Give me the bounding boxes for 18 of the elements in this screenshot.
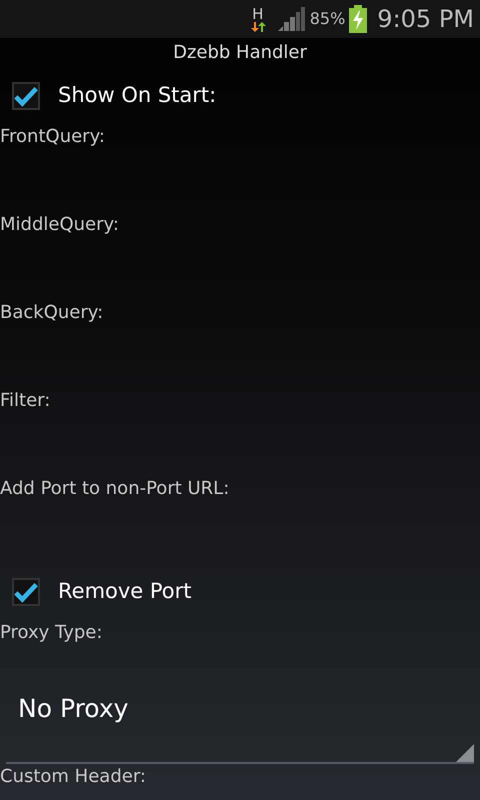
field-label: MiddleQuery: xyxy=(0,213,120,237)
field-label: Add Port to non-Port URL: xyxy=(0,477,230,501)
field-label: Custom Header: xyxy=(0,765,147,789)
clock: 9:05 PM xyxy=(377,4,474,35)
checkbox[interactable] xyxy=(12,578,40,606)
checkbox[interactable] xyxy=(12,82,40,110)
proxy-type-dropdown[interactable]: No Proxy xyxy=(6,664,474,764)
field-label: BackQuery: xyxy=(0,301,104,325)
field-label: Proxy Type: xyxy=(0,621,104,645)
signal-icon xyxy=(278,7,306,31)
app-title: Dzebb Handler xyxy=(172,41,308,65)
battery-percent: 85% xyxy=(310,8,346,30)
field-label: FrontQuery: xyxy=(0,125,106,149)
checkbox-label: Show On Start: xyxy=(58,82,216,110)
battery-charging-icon xyxy=(349,5,368,33)
dropdown-corner-icon xyxy=(456,744,474,762)
checkbox-label: Remove Port xyxy=(58,578,192,606)
field-label: Filter: xyxy=(0,389,52,413)
